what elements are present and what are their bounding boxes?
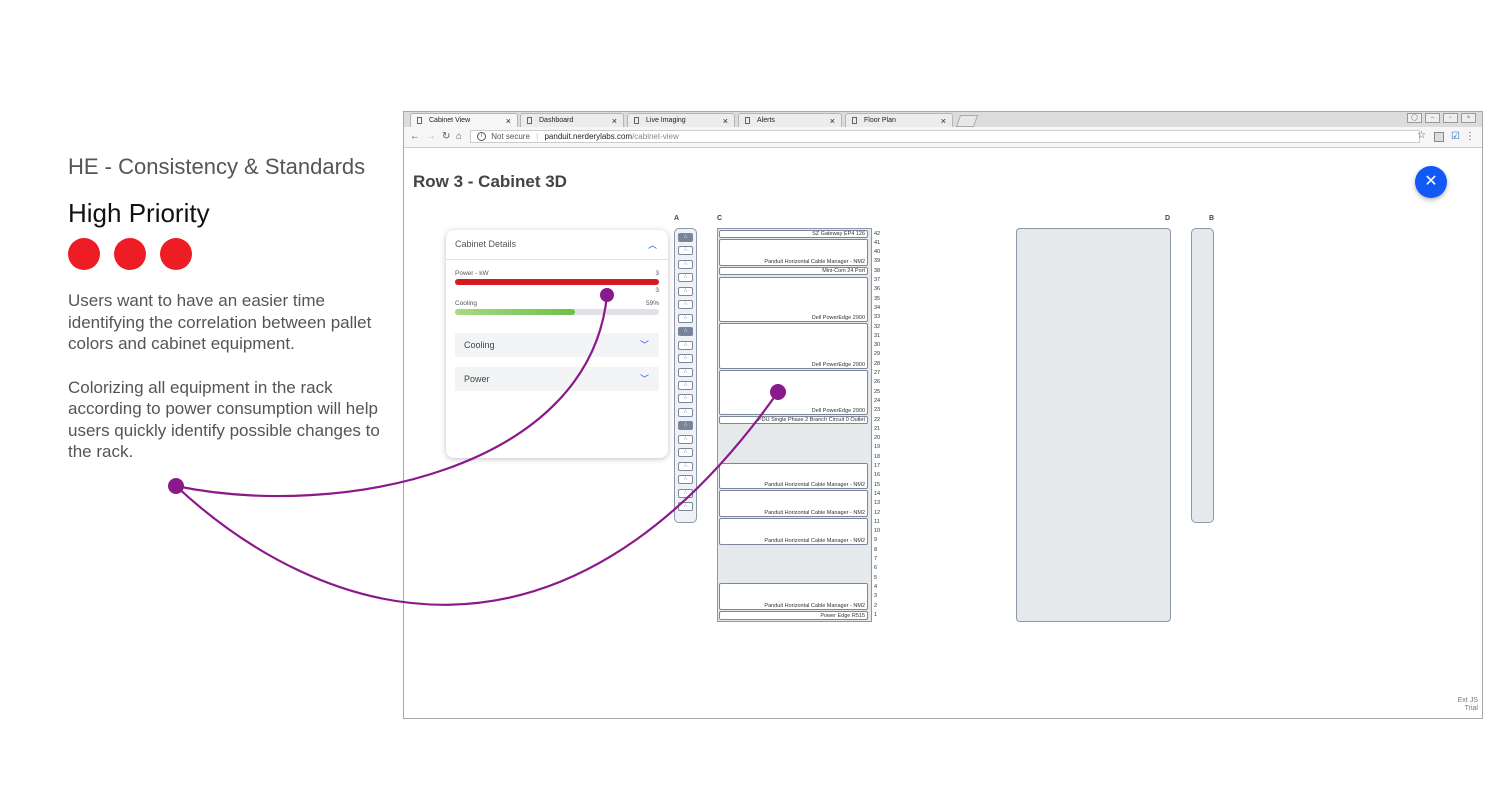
annotation-connectors — [168, 288, 786, 606]
connector-end-dot — [600, 288, 614, 302]
connector-start-dot — [168, 478, 184, 494]
connector-line — [175, 294, 609, 498]
connector-line — [175, 391, 779, 606]
connector-end-dot — [770, 384, 786, 400]
